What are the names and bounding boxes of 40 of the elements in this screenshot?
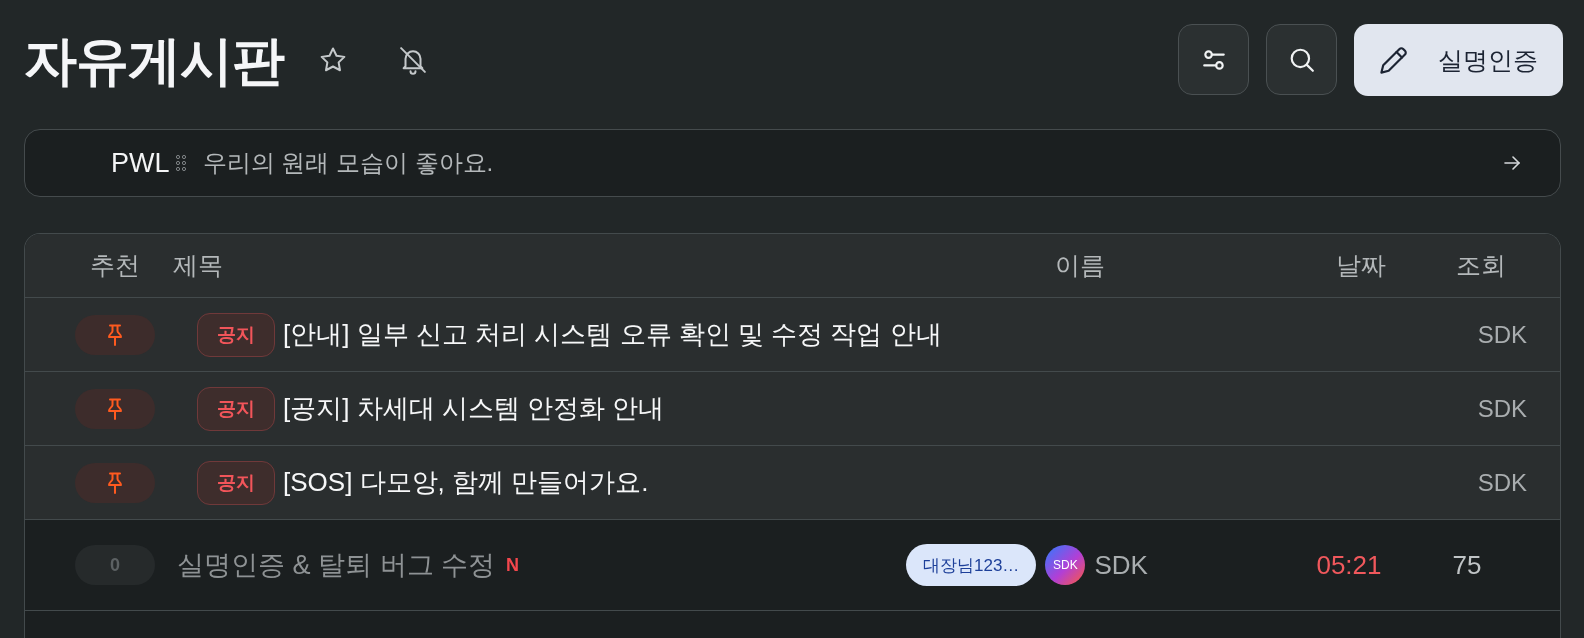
post-title[interactable]: [안내] 일부 신고 처리 시스템 오류 확인 및 수정 작업 안내 bbox=[283, 317, 942, 352]
arrow-right-icon bbox=[1504, 156, 1520, 170]
pin-icon bbox=[75, 314, 155, 355]
column-header: 조회 bbox=[1456, 250, 1506, 281]
new-mark: N bbox=[506, 554, 519, 576]
nickname-tag[interactable]: 대장님123… bbox=[906, 544, 1037, 586]
notice-tag: 공지 bbox=[197, 386, 275, 431]
post-title[interactable]: [SOS] 다모앙, 함께 만들어가요. bbox=[283, 465, 649, 500]
author-name: SDK bbox=[1094, 549, 1148, 581]
pin-icon bbox=[75, 388, 155, 429]
column-header: 날짜 bbox=[1336, 250, 1386, 281]
view-count: 75 bbox=[1452, 549, 1482, 581]
author-name: SDK bbox=[1477, 468, 1527, 497]
column-header: 이름 bbox=[1055, 250, 1105, 281]
bell-off-icon[interactable] bbox=[398, 45, 428, 75]
notice-tag: 공지 bbox=[197, 460, 275, 505]
notice-tag: 공지 bbox=[197, 312, 275, 357]
notice-row[interactable]: 공지 [공지] 차세대 시스템 안정화 안내 SDK bbox=[25, 372, 1560, 446]
post-date: 05:21 bbox=[1316, 549, 1382, 581]
user-avatar: SDK bbox=[1045, 545, 1086, 585]
post-title[interactable]: 실명인증 & 탈퇴 버그 수정 bbox=[177, 547, 495, 583]
post-title[interactable]: [공지] 차세대 시스템 안정화 안내 bbox=[283, 391, 665, 426]
column-header: 제목 bbox=[173, 250, 223, 281]
grip-dots-icon bbox=[174, 154, 187, 172]
board-title: 자유게시판 bbox=[24, 33, 284, 87]
banner-text: 우리의 원래 모습이 좋아요. bbox=[202, 148, 494, 178]
pin-icon bbox=[75, 462, 155, 503]
vote-count: 0 bbox=[75, 545, 155, 585]
notice-row[interactable]: 공지 [안내] 일부 신고 처리 시스템 오류 확인 및 수정 작업 안내 SDK bbox=[25, 298, 1560, 372]
column-header: 추천 bbox=[90, 250, 140, 281]
pencil-icon bbox=[1379, 45, 1408, 75]
search-icon bbox=[1288, 46, 1315, 73]
announcement-banner[interactable]: PWL 우리의 원래 모습이 좋아요. bbox=[24, 129, 1561, 197]
filter-button[interactable] bbox=[1178, 24, 1249, 95]
write-button[interactable]: 실명인증 bbox=[1354, 24, 1563, 96]
notice-row[interactable]: 공지 [SOS] 다모앙, 함께 만들어가요. SDK bbox=[25, 446, 1560, 520]
search-button[interactable] bbox=[1266, 24, 1337, 95]
banner-tag: PWL bbox=[111, 147, 170, 179]
author-name: SDK bbox=[1477, 394, 1527, 423]
author-name: SDK bbox=[1477, 320, 1527, 349]
